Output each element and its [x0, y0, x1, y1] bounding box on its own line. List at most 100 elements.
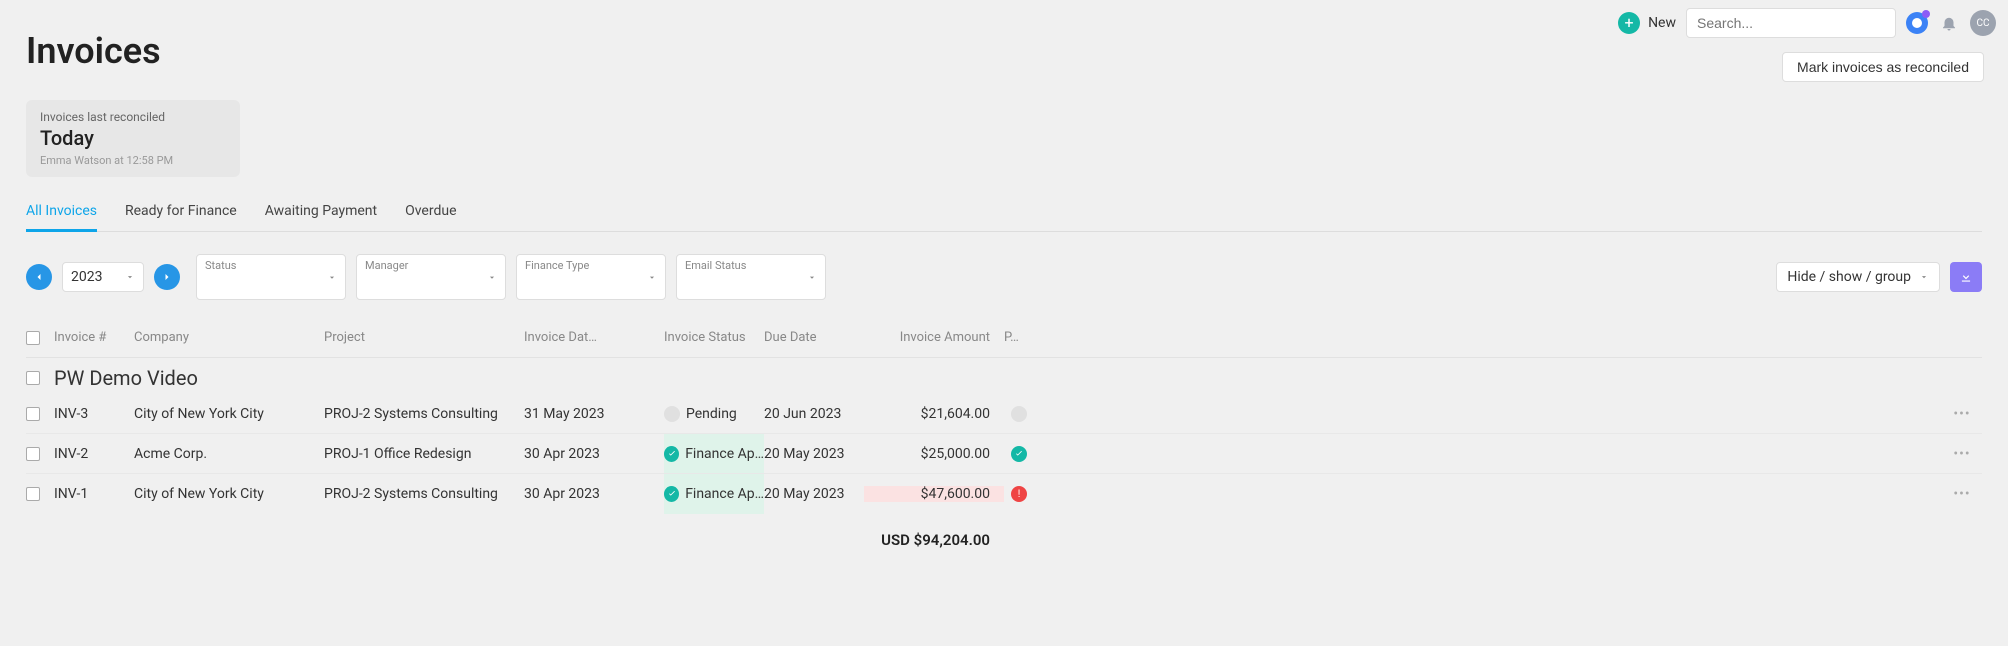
last-reconciled-byline: Emma Watson at 12:58 PM	[40, 154, 226, 167]
pending-icon	[664, 406, 680, 422]
bell-icon[interactable]	[1938, 12, 1960, 34]
top-bar: + New CC	[1618, 8, 1996, 38]
last-reconciled-value: Today	[40, 126, 226, 150]
chevron-down-icon	[1919, 272, 1929, 282]
invoice-no: INV-3	[54, 406, 134, 422]
col-invoice-amount[interactable]: Invoice Amount	[864, 330, 1004, 345]
group-checkbox[interactable]	[26, 371, 40, 385]
filter-manager[interactable]: Manager	[356, 254, 506, 300]
last-reconciled-card: Invoices last reconciled Today Emma Wats…	[26, 100, 240, 177]
due-date: 20 May 2023	[764, 486, 864, 502]
hide-show-label: Hide / show / group	[1787, 269, 1911, 285]
total-row: USD $94,204.00	[26, 520, 1982, 560]
new-button[interactable]: + New	[1618, 12, 1676, 34]
invoice-amount: $47,600.00	[864, 486, 1004, 502]
col-invoice-status[interactable]: Invoice Status	[664, 330, 764, 345]
total-amount: USD $94,204.00	[864, 531, 1004, 549]
invoice-status: Pending	[664, 394, 764, 433]
col-company[interactable]: Company	[134, 330, 324, 345]
select-all-checkbox[interactable]	[26, 331, 40, 345]
invoice-status: Finance Ap…	[664, 434, 764, 473]
download-icon	[1959, 270, 1973, 284]
year-prev-button[interactable]	[26, 264, 52, 290]
search-input[interactable]	[1686, 8, 1896, 38]
col-due-date[interactable]: Due Date	[764, 330, 864, 345]
check-icon	[1011, 446, 1027, 462]
project: PROJ-1 Office Redesign	[324, 446, 524, 462]
group-row: PW Demo Video	[26, 366, 1982, 390]
chevron-down-icon	[487, 268, 497, 287]
col-p[interactable]: P…	[1004, 330, 1034, 345]
new-button-label: New	[1648, 15, 1676, 31]
year-select[interactable]: 2023	[62, 262, 144, 292]
company: City of New York City	[134, 486, 324, 502]
invoice-date: 30 Apr 2023	[524, 486, 664, 502]
chevron-down-icon	[125, 272, 135, 282]
payment-status	[1004, 406, 1034, 422]
col-invoice-no[interactable]: Invoice #	[54, 330, 134, 345]
row-menu-button[interactable]: •••	[1942, 446, 1982, 462]
chevron-down-icon	[327, 268, 337, 287]
check-icon	[664, 486, 679, 502]
invoice-no: INV-2	[54, 446, 134, 462]
due-date: 20 Jun 2023	[764, 406, 864, 422]
dot-icon	[1011, 406, 1027, 422]
filter-status[interactable]: Status	[196, 254, 346, 300]
download-button[interactable]	[1950, 262, 1982, 292]
mark-reconciled-button[interactable]: Mark invoices as reconciled	[1782, 52, 1984, 82]
year-value: 2023	[71, 269, 102, 285]
invoices-table: Invoice # Company Project Invoice Dat… I…	[26, 322, 1982, 560]
table-header: Invoice # Company Project Invoice Dat… I…	[26, 322, 1982, 358]
company: City of New York City	[134, 406, 324, 422]
plus-icon: +	[1618, 12, 1640, 34]
filter-label: Finance Type	[525, 259, 589, 272]
chevron-down-icon	[647, 268, 657, 287]
filters-row: 2023 Status Manager Finance Type Email Stat…	[26, 254, 1982, 300]
last-reconciled-label: Invoices last reconciled	[40, 110, 226, 124]
status-text: Pending	[686, 406, 737, 422]
tab-overdue[interactable]: Overdue	[405, 203, 456, 231]
row-checkbox[interactable]	[26, 447, 40, 461]
avatar[interactable]: CC	[1970, 10, 1996, 36]
alert-icon: !	[1011, 486, 1027, 502]
col-project[interactable]: Project	[324, 330, 524, 345]
chevron-down-icon	[807, 268, 817, 287]
row-checkbox[interactable]	[26, 407, 40, 421]
payment-status	[1004, 446, 1034, 462]
clock-icon[interactable]	[1906, 12, 1928, 34]
tab-awaiting-payment[interactable]: Awaiting Payment	[265, 203, 377, 231]
row-menu-button[interactable]: •••	[1942, 486, 1982, 502]
status-text: Finance Ap…	[685, 446, 764, 462]
project: PROJ-2 Systems Consulting	[324, 406, 524, 422]
company: Acme Corp.	[134, 446, 324, 462]
row-menu-button[interactable]: •••	[1942, 406, 1982, 422]
filter-label: Manager	[365, 259, 408, 272]
filter-label: Email Status	[685, 259, 746, 272]
invoice-no: INV-1	[54, 486, 134, 502]
year-next-button[interactable]	[154, 264, 180, 290]
invoice-status: Finance Ap…	[664, 474, 764, 514]
filter-finance-type[interactable]: Finance Type	[516, 254, 666, 300]
table-row[interactable]: INV-3City of New York CityPROJ-2 Systems…	[26, 394, 1982, 434]
hide-show-group-button[interactable]: Hide / show / group	[1776, 262, 1940, 292]
invoice-amount: $25,000.00	[864, 446, 1004, 462]
tab-all-invoices[interactable]: All Invoices	[26, 203, 97, 232]
filter-email-status[interactable]: Email Status	[676, 254, 826, 300]
payment-status: !	[1004, 486, 1034, 502]
invoice-amount: $21,604.00	[864, 406, 1004, 422]
invoice-date: 31 May 2023	[524, 406, 664, 422]
row-checkbox[interactable]	[26, 487, 40, 501]
tabs: All Invoices Ready for Finance Awaiting Pa…	[26, 203, 1982, 232]
filter-label: Status	[205, 259, 236, 272]
project: PROJ-2 Systems Consulting	[324, 486, 524, 502]
tab-ready-for-finance[interactable]: Ready for Finance	[125, 203, 237, 231]
due-date: 20 May 2023	[764, 446, 864, 462]
invoice-date: 30 Apr 2023	[524, 446, 664, 462]
table-row[interactable]: INV-1City of New York CityPROJ-2 Systems…	[26, 474, 1982, 514]
group-label: PW Demo Video	[54, 366, 1982, 390]
status-text: Finance Ap…	[685, 486, 764, 502]
col-invoice-date[interactable]: Invoice Dat…	[524, 330, 664, 345]
notification-dot-icon	[1922, 10, 1930, 18]
table-row[interactable]: INV-2Acme Corp.PROJ-1 Office Redesign30 …	[26, 434, 1982, 474]
check-icon	[664, 446, 679, 462]
